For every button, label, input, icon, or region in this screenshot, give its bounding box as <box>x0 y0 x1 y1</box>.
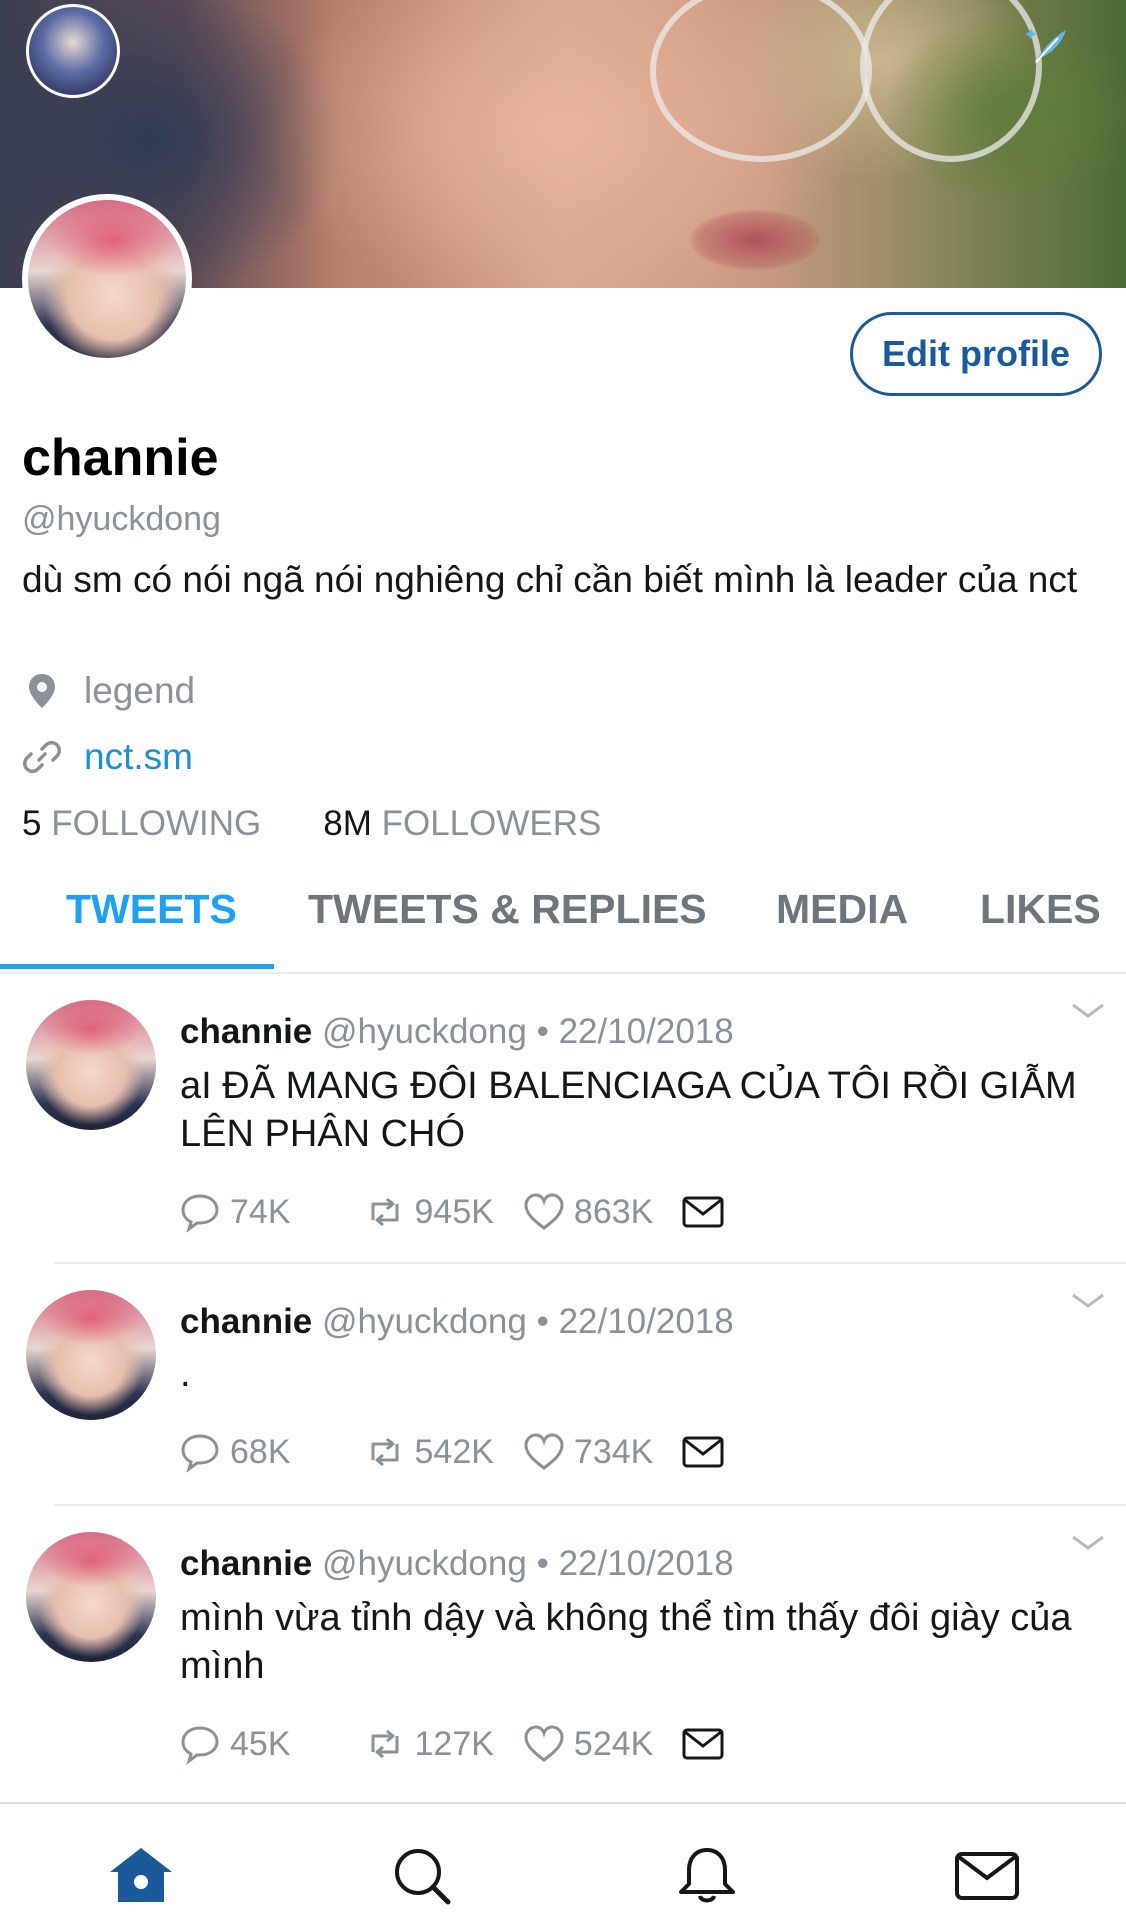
reply-count: 45K <box>230 1724 291 1763</box>
search-icon[interactable] <box>388 1844 458 1906</box>
profile-bio: dù sm có nói ngã nói nghiêng chỉ cần biế… <box>22 559 1078 600</box>
website-link[interactable]: nct.sm <box>84 736 193 778</box>
tweet-divider <box>54 1262 1126 1264</box>
like-count: 524K <box>573 1724 654 1763</box>
tweet-separator: • <box>536 1012 549 1051</box>
reply-count: 74K <box>230 1192 291 1231</box>
profile-stats: 5 FOLLOWING 8M FOLLOWERS <box>22 804 663 844</box>
banner-glasses-right <box>860 0 1042 162</box>
banner-detail <box>690 210 820 270</box>
tweet-author-name: channie <box>180 1302 313 1341</box>
banner-glasses-left <box>650 0 872 162</box>
profile-tabs: TWEETS TWEETS & REPLIES MEDIA LIKES <box>0 880 1126 974</box>
like-action[interactable]: 734K <box>522 1430 653 1474</box>
tweet-text: aI ĐÃ MANG ĐÔI BALENCIAGA CỦA TÔI RỒI GI… <box>180 1065 1077 1155</box>
retweet-icon <box>371 1437 398 1467</box>
messages-icon[interactable] <box>952 1844 1022 1906</box>
reply-icon <box>181 1434 219 1473</box>
profile-website[interactable]: nct.sm <box>22 736 193 778</box>
tweet-divider <box>54 1504 1126 1506</box>
like-count: 734K <box>573 1432 654 1471</box>
profile-avatar[interactable] <box>22 194 192 364</box>
tweet-author-handle: @hyuckdong <box>322 1544 527 1583</box>
tab-likes[interactable]: LIKES <box>980 886 1101 933</box>
followers-count: 8M <box>323 804 372 843</box>
like-count: 863K <box>573 1192 654 1231</box>
tweet-header: channie @hyuckdong • 22/10/2018 <box>180 1544 734 1584</box>
location-text: legend <box>84 670 196 711</box>
heart-icon <box>524 1725 564 1762</box>
heart-icon <box>524 1193 564 1230</box>
retweet-action[interactable]: 945K <box>363 1190 494 1234</box>
dm-action[interactable] <box>681 1430 733 1474</box>
tweet-avatar[interactable] <box>26 1000 156 1130</box>
tweet-item[interactable]: channie @hyuckdong • 22/10/2018 aI ĐÃ MA… <box>0 990 1126 1260</box>
reply-icon <box>181 1194 219 1233</box>
tweet-avatar[interactable] <box>26 1532 156 1662</box>
tab-tweets-and-replies[interactable]: TWEETS & REPLIES <box>308 886 707 933</box>
tweet-date: 22/10/2018 <box>558 1302 734 1341</box>
tweet-separator: • <box>536 1544 549 1583</box>
followers-label: FOLLOWERS <box>381 804 602 843</box>
like-action[interactable]: 524K <box>522 1722 653 1766</box>
tweet-actions: 74K 945K 863K <box>178 1190 761 1234</box>
tweet-avatar[interactable] <box>26 1290 156 1420</box>
feather-icon[interactable] <box>1024 24 1072 72</box>
reply-count: 68K <box>230 1432 291 1471</box>
chevron-down-icon[interactable] <box>1070 1000 1106 1022</box>
link-icon <box>23 741 61 773</box>
retweet-count: 542K <box>414 1432 494 1471</box>
following-stat[interactable]: 5 FOLLOWING <box>22 804 261 844</box>
tweet-author-handle: @hyuckdong <box>322 1012 527 1051</box>
reply-icon <box>181 1726 219 1765</box>
reply-action[interactable]: 74K <box>178 1190 291 1234</box>
account-switcher-avatar[interactable] <box>26 4 120 98</box>
heart-icon <box>524 1433 564 1470</box>
tweet-author-name: channie <box>180 1544 313 1583</box>
retweet-count: 945K <box>414 1192 494 1231</box>
retweet-action[interactable]: 127K <box>363 1722 494 1766</box>
tab-media[interactable]: MEDIA <box>776 886 908 933</box>
tweet-author-handle: @hyuckdong <box>322 1302 527 1341</box>
active-tab-indicator <box>0 964 274 969</box>
followers-stat[interactable]: 8M FOLLOWERS <box>323 804 601 844</box>
home-icon[interactable] <box>106 1844 176 1906</box>
tweet-text: mình vừa tỉnh dậy và không thể tìm thấy … <box>180 1597 1072 1687</box>
tweet-item[interactable]: channie @hyuckdong • 22/10/2018 . 68K 54… <box>0 1280 1126 1502</box>
tab-tweets[interactable]: TWEETS <box>66 886 237 933</box>
envelope-icon <box>682 1728 724 1760</box>
tweet-header: channie @hyuckdong • 22/10/2018 <box>180 1012 734 1052</box>
tweet-separator: • <box>536 1302 549 1341</box>
profile-location: legend <box>22 670 195 712</box>
envelope-icon <box>682 1436 724 1468</box>
location-pin-icon <box>29 674 55 708</box>
dm-action[interactable] <box>681 1190 733 1234</box>
retweet-icon <box>371 1197 398 1227</box>
edit-profile-button[interactable]: Edit profile <box>850 312 1102 396</box>
tweet-item[interactable]: channie @hyuckdong • 22/10/2018 mình vừa… <box>0 1522 1126 1798</box>
notifications-icon[interactable] <box>672 1844 742 1906</box>
tweet-actions: 68K 542K 734K <box>178 1430 761 1474</box>
chevron-down-icon[interactable] <box>1070 1290 1106 1312</box>
tweet-author-name: channie <box>180 1012 313 1051</box>
tweet-date: 22/10/2018 <box>558 1544 734 1583</box>
like-action[interactable]: 863K <box>522 1190 653 1234</box>
tweet-text: . <box>180 1353 191 1395</box>
retweet-icon <box>371 1729 398 1759</box>
tweet-header: channie @hyuckdong • 22/10/2018 <box>180 1302 734 1342</box>
retweet-count: 127K <box>414 1724 494 1763</box>
tweet-date: 22/10/2018 <box>558 1012 734 1051</box>
following-count: 5 <box>22 804 42 843</box>
bottom-navigation <box>0 1802 1126 1922</box>
profile-handle: @hyuckdong <box>22 500 221 538</box>
display-name: channie <box>22 429 219 487</box>
reply-action[interactable]: 68K <box>178 1430 291 1474</box>
retweet-action[interactable]: 542K <box>363 1430 494 1474</box>
dm-action[interactable] <box>681 1722 733 1766</box>
chevron-down-icon[interactable] <box>1070 1532 1106 1554</box>
reply-action[interactable]: 45K <box>178 1722 291 1766</box>
envelope-icon <box>682 1196 724 1228</box>
tweet-actions: 45K 127K 524K <box>178 1722 761 1766</box>
following-label: FOLLOWING <box>51 804 262 843</box>
